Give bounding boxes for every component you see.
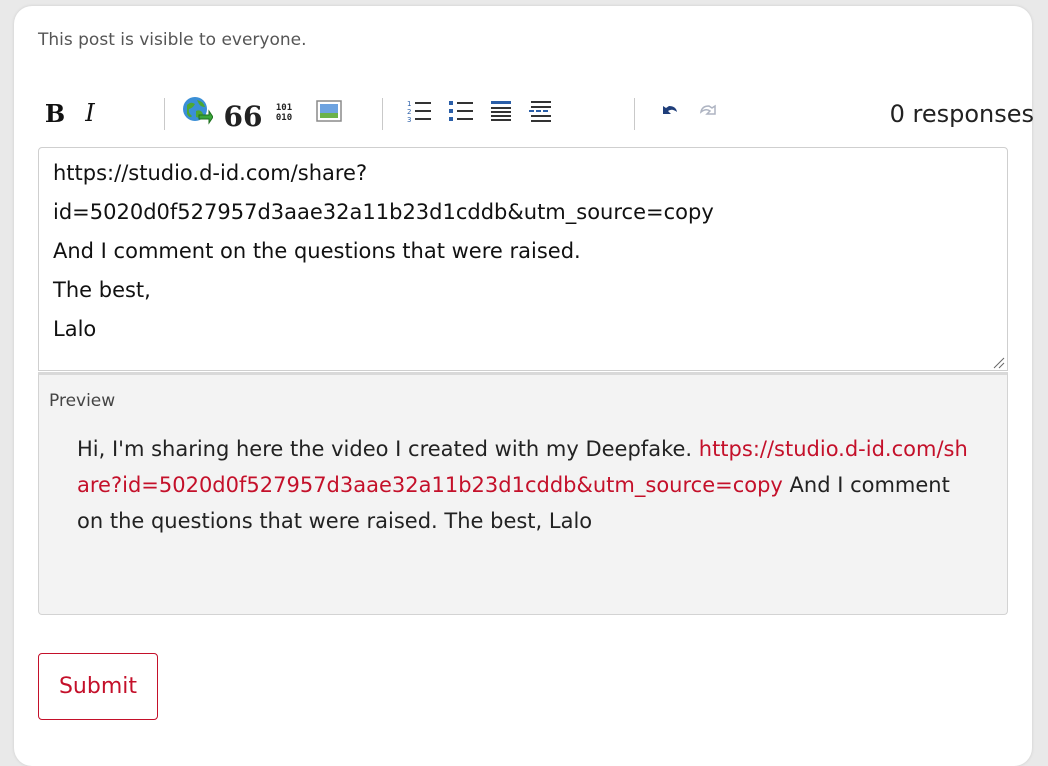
svg-text:1: 1 [407, 100, 411, 108]
toolbar-separator [382, 98, 383, 130]
svg-text:2: 2 [407, 108, 411, 116]
resize-handle-icon[interactable] [991, 354, 1005, 369]
numbered-list-icon: 1 2 3 [406, 98, 432, 128]
horizontal-rule-button[interactable] [526, 96, 556, 130]
visibility-notice: This post is visible to everyone. [38, 30, 307, 50]
italic-button[interactable]: I [78, 96, 102, 130]
numbered-list-button[interactable]: 1 2 3 [404, 96, 434, 130]
insert-link-button[interactable] [180, 96, 214, 130]
code-sample-icon: 101 010 [276, 103, 292, 123]
submit-button[interactable]: Submit [38, 653, 158, 720]
undo-icon [660, 102, 682, 124]
code-sample-button[interactable]: 101 010 [268, 96, 300, 130]
heading-icon [488, 98, 514, 128]
preview-panel: Preview Hi, I'm sharing here the video I… [38, 372, 1008, 615]
post-editor-card: This post is visible to everyone. B I 66 [14, 6, 1034, 766]
toolbar-separator [634, 98, 635, 130]
image-icon [316, 99, 342, 127]
blockquote-button[interactable]: 66 [224, 96, 263, 131]
redo-button[interactable] [694, 96, 720, 130]
editor-toolbar: B I 66 101 010 1 2 3 0 responses [38, 92, 1034, 134]
bulleted-list-button[interactable] [446, 96, 476, 130]
code-bottom-digits: 010 [275, 113, 293, 123]
link-icon [181, 95, 214, 131]
heading-button[interactable] [486, 96, 516, 130]
preview-content: Hi, I'm sharing here the video I created… [77, 431, 977, 539]
horizontal-rule-icon [528, 98, 554, 128]
responses-count: 0 responses [889, 100, 1034, 128]
post-editor [38, 147, 1008, 371]
preview-label: Preview [49, 391, 116, 411]
preview-text-start: Hi, I'm sharing here the video I created… [77, 437, 699, 461]
blockquote-icon: 66 [223, 100, 263, 133]
bold-button[interactable]: B [42, 96, 68, 130]
insert-image-button[interactable] [314, 96, 344, 130]
toolbar-separator [164, 98, 165, 130]
undo-button[interactable] [658, 96, 684, 130]
svg-text:3: 3 [407, 116, 411, 124]
bold-icon: B [44, 98, 66, 128]
italic-icon: I [85, 99, 95, 127]
post-body-input[interactable] [39, 148, 1007, 370]
code-top-digits: 101 [275, 103, 293, 113]
redo-icon [696, 102, 718, 124]
bulleted-list-icon [448, 98, 474, 128]
